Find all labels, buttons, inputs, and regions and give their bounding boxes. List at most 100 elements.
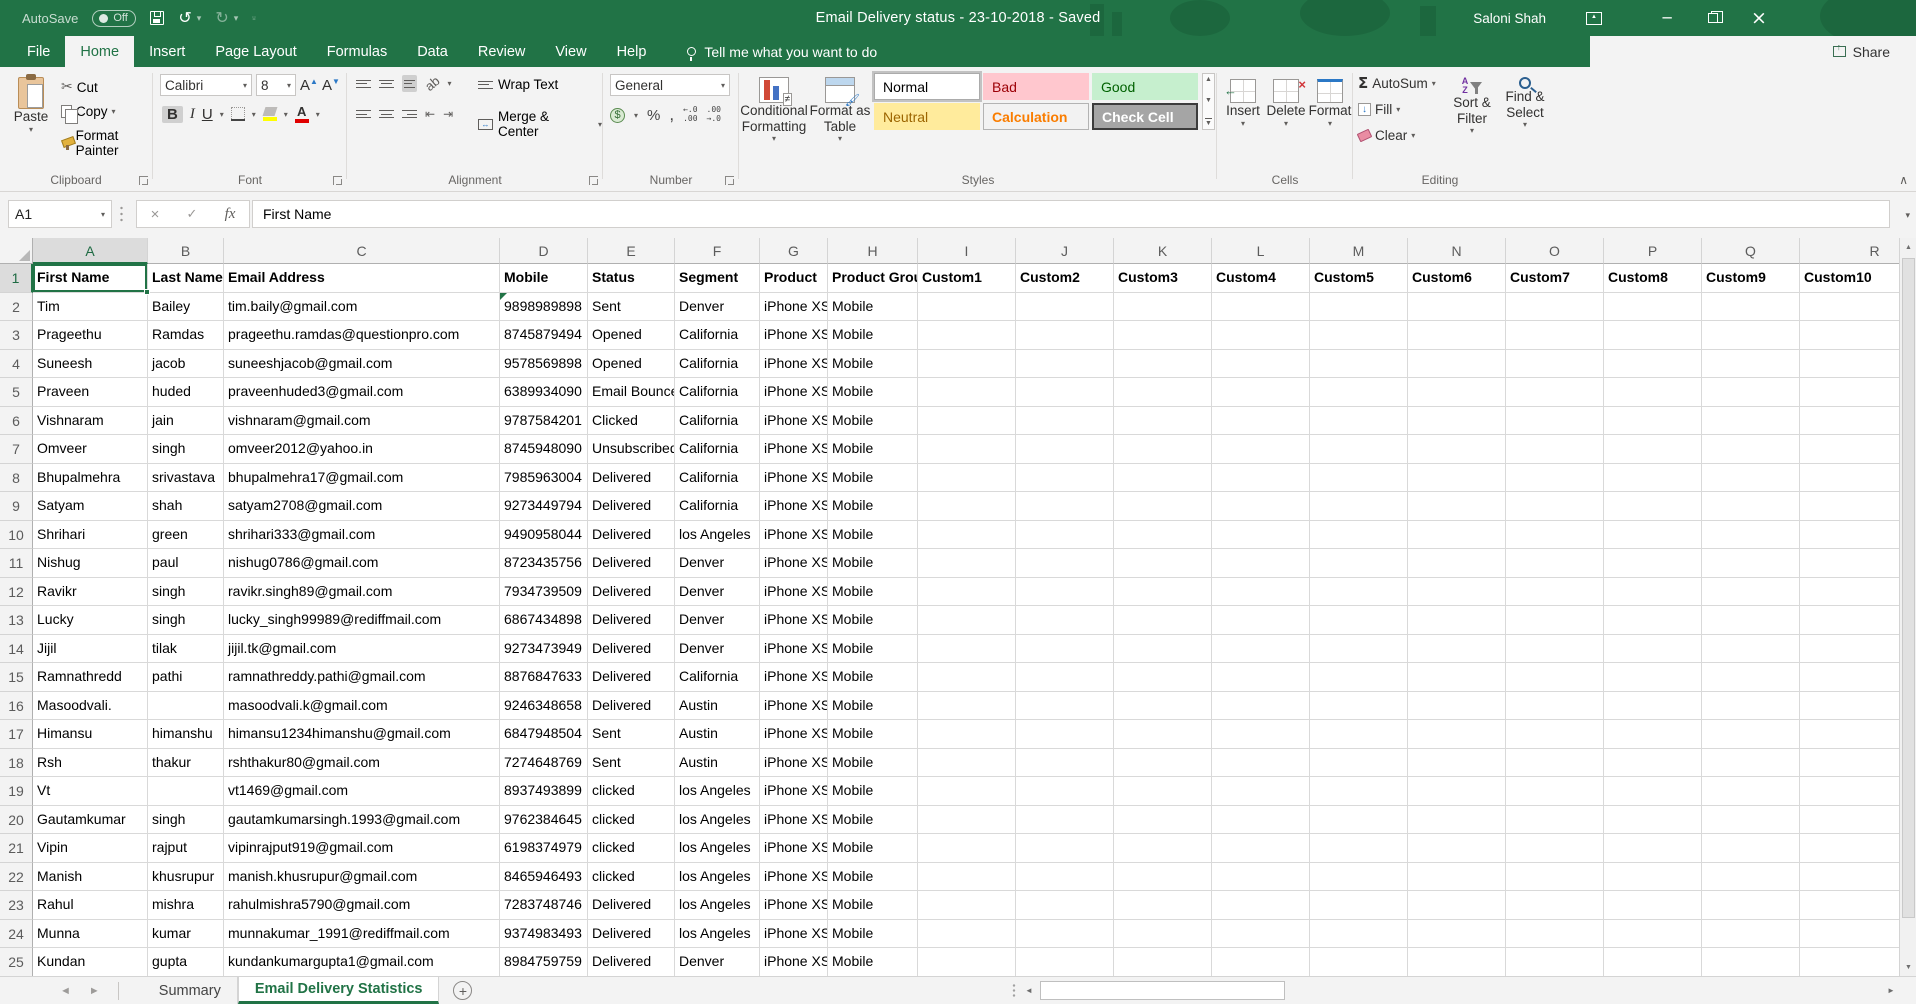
cell-L17[interactable] [1212, 720, 1310, 749]
cell-H12[interactable]: Mobile [828, 578, 918, 607]
cell-G6[interactable]: iPhone XS [760, 407, 828, 436]
fill-handle[interactable] [144, 289, 150, 295]
customize-qat-button[interactable]: ⸚ [252, 13, 256, 24]
cell-O15[interactable] [1506, 663, 1604, 692]
cell-E15[interactable]: Delivered [588, 663, 675, 692]
cell-G3[interactable]: iPhone XS [760, 321, 828, 350]
row-header-22[interactable]: 22 [0, 863, 33, 892]
cell-O14[interactable] [1506, 635, 1604, 664]
cell-J13[interactable] [1016, 606, 1114, 635]
cell-N11[interactable] [1408, 549, 1506, 578]
cell-P4[interactable] [1604, 350, 1702, 379]
cell-C15[interactable]: ramnathreddy.pathi@gmail.com [224, 663, 500, 692]
row-header-8[interactable]: 8 [0, 464, 33, 493]
underline-button[interactable]: U [202, 106, 213, 123]
cell-F22[interactable]: los Angeles [675, 863, 760, 892]
cell-G17[interactable]: iPhone XS [760, 720, 828, 749]
cell-R10[interactable] [1800, 521, 1899, 550]
cell-G12[interactable]: iPhone XS [760, 578, 828, 607]
underline-caret-icon[interactable]: ▾ [220, 110, 224, 119]
cell-O1[interactable]: Custom7 [1506, 264, 1604, 293]
cell-G20[interactable]: iPhone XS [760, 806, 828, 835]
cell-C19[interactable]: vt1469@gmail.com [224, 777, 500, 806]
cell-J24[interactable] [1016, 920, 1114, 949]
cell-Q20[interactable] [1702, 806, 1800, 835]
insert-cells-button[interactable]: ← Insert ▾ [1222, 73, 1264, 128]
cell-F24[interactable]: los Angeles [675, 920, 760, 949]
cell-C6[interactable]: vishnaram@gmail.com [224, 407, 500, 436]
cell-I15[interactable] [918, 663, 1016, 692]
cell-M15[interactable] [1310, 663, 1408, 692]
cell-F16[interactable]: Austin [675, 692, 760, 721]
cell-N17[interactable] [1408, 720, 1506, 749]
cell-R25[interactable] [1800, 948, 1899, 976]
cell-G4[interactable]: iPhone XS [760, 350, 828, 379]
cell-L6[interactable] [1212, 407, 1310, 436]
cell-Q6[interactable] [1702, 407, 1800, 436]
cell-B25[interactable]: gupta [148, 948, 224, 976]
cell-O21[interactable] [1506, 834, 1604, 863]
number-dialog-launcher[interactable] [725, 176, 734, 185]
cell-K22[interactable] [1114, 863, 1212, 892]
cell-P3[interactable] [1604, 321, 1702, 350]
cell-B15[interactable]: pathi [148, 663, 224, 692]
font-size-select[interactable]: 8 ▾ [256, 74, 296, 96]
cell-B12[interactable]: singh [148, 578, 224, 607]
cell-J6[interactable] [1016, 407, 1114, 436]
row-header-19[interactable]: 19 [0, 777, 33, 806]
cell-E20[interactable]: clicked [588, 806, 675, 835]
name-box-splitter[interactable] [120, 205, 123, 223]
close-button[interactable]: × [1736, 0, 1782, 36]
gallery-down-icon[interactable]: ▼ [1205, 97, 1212, 104]
cell-P20[interactable] [1604, 806, 1702, 835]
cell-style-good[interactable]: Good [1092, 73, 1198, 100]
scroll-right-icon[interactable]: ► [1884, 980, 1898, 1001]
vertical-scrollbar[interactable]: ▲ ▼ [1899, 238, 1916, 976]
cell-N16[interactable] [1408, 692, 1506, 721]
cell-R9[interactable] [1800, 492, 1899, 521]
cell-R1[interactable]: Custom10 [1800, 264, 1899, 293]
cell-Q22[interactable] [1702, 863, 1800, 892]
cell-K21[interactable] [1114, 834, 1212, 863]
cell-E16[interactable]: Delivered [588, 692, 675, 721]
cell-I3[interactable] [918, 321, 1016, 350]
cell-R3[interactable] [1800, 321, 1899, 350]
cell-O17[interactable] [1506, 720, 1604, 749]
column-header-O[interactable]: O [1506, 238, 1604, 264]
cell-E21[interactable]: clicked [588, 834, 675, 863]
cell-K17[interactable] [1114, 720, 1212, 749]
cell-A7[interactable]: Omveer [33, 435, 148, 464]
cell-A23[interactable]: Rahul [33, 891, 148, 920]
row-header-2[interactable]: 2 [0, 293, 33, 322]
cell-L4[interactable] [1212, 350, 1310, 379]
cell-L11[interactable] [1212, 549, 1310, 578]
cell-F9[interactable]: California [675, 492, 760, 521]
cell-C5[interactable]: praveenhuded3@gmail.com [224, 378, 500, 407]
cell-D5[interactable]: 6389934090 [500, 378, 588, 407]
ribbon-display-options-icon[interactable] [1586, 12, 1602, 25]
cell-A25[interactable]: Kundan [33, 948, 148, 976]
cell-C8[interactable]: bhupalmehra17@gmail.com [224, 464, 500, 493]
cell-O16[interactable] [1506, 692, 1604, 721]
cell-A6[interactable]: Vishnaram [33, 407, 148, 436]
restore-button[interactable] [1690, 0, 1736, 36]
increase-font-button[interactable]: A▲ [300, 77, 318, 94]
sheet-tab-email-delivery-statistics[interactable]: Email Delivery Statistics [238, 977, 440, 1004]
cell-B6[interactable]: jain [148, 407, 224, 436]
cell-K23[interactable] [1114, 891, 1212, 920]
cell-K12[interactable] [1114, 578, 1212, 607]
fill-color-button[interactable] [263, 107, 277, 121]
cell-F2[interactable]: Denver [675, 293, 760, 322]
cell-H16[interactable]: Mobile [828, 692, 918, 721]
cell-G16[interactable]: iPhone XS [760, 692, 828, 721]
cell-Q13[interactable] [1702, 606, 1800, 635]
cell-H21[interactable]: Mobile [828, 834, 918, 863]
cell-E10[interactable]: Delivered [588, 521, 675, 550]
orientation-caret-icon[interactable]: ▾ [447, 79, 451, 88]
new-sheet-button[interactable]: + [453, 981, 472, 1000]
cell-H13[interactable]: Mobile [828, 606, 918, 635]
name-box-caret-icon[interactable]: ▾ [101, 210, 105, 219]
percent-style-button[interactable]: % [647, 107, 660, 124]
cell-R16[interactable] [1800, 692, 1899, 721]
copy-button[interactable]: Copy ▾ [58, 102, 152, 121]
